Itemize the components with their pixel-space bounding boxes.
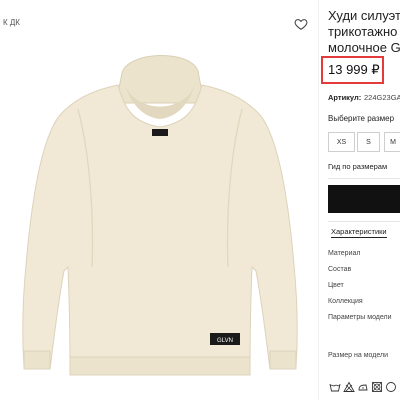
product-price: 13 999 ₽ (328, 62, 380, 77)
size-option-s[interactable]: S (357, 132, 380, 152)
attribute-label: Цвет (328, 282, 344, 289)
product-title-line: Худи силуэт (328, 8, 400, 23)
size-guide-link[interactable]: Гид по размерам (328, 162, 387, 171)
attribute-label: Материал (328, 250, 361, 257)
product-title-line: молочное G (328, 40, 400, 55)
attribute-label: Коллекция (328, 298, 363, 305)
attribute-label: Размер на модели (328, 352, 388, 359)
breadcrumb[interactable]: К ДК (3, 18, 20, 27)
iron-icon (358, 384, 368, 391)
size-select-label: Выберите размер (328, 114, 395, 123)
add-to-cart-button[interactable] (328, 185, 400, 213)
garment-label-text: GLVN (217, 338, 233, 344)
tab-characteristics[interactable]: Характеристики (331, 227, 387, 238)
tumble-dry-icon (372, 382, 382, 392)
divider (328, 221, 400, 222)
bleach-icon (343, 381, 355, 392)
wash-icon (329, 383, 341, 392)
product-title: Худи силуэт трикотажно молочное G (328, 8, 400, 56)
panel-divider (318, 0, 319, 400)
article-value: 224G23GA (364, 93, 400, 102)
heart-icon[interactable] (294, 17, 308, 31)
product-image-area: К ДК GLVN (0, 0, 318, 400)
divider (328, 178, 400, 179)
attribute-label: Параметры модели (328, 314, 392, 321)
article-label: Артикул: (328, 93, 362, 102)
hoodie-product-photo: GLVN (22, 55, 298, 376)
size-option-xs[interactable]: XS (328, 132, 355, 152)
dry-clean-icon (386, 382, 396, 392)
product-title-line: трикотажно (328, 24, 398, 39)
size-option-m[interactable]: M (384, 132, 400, 152)
attribute-label: Состав (328, 266, 352, 273)
